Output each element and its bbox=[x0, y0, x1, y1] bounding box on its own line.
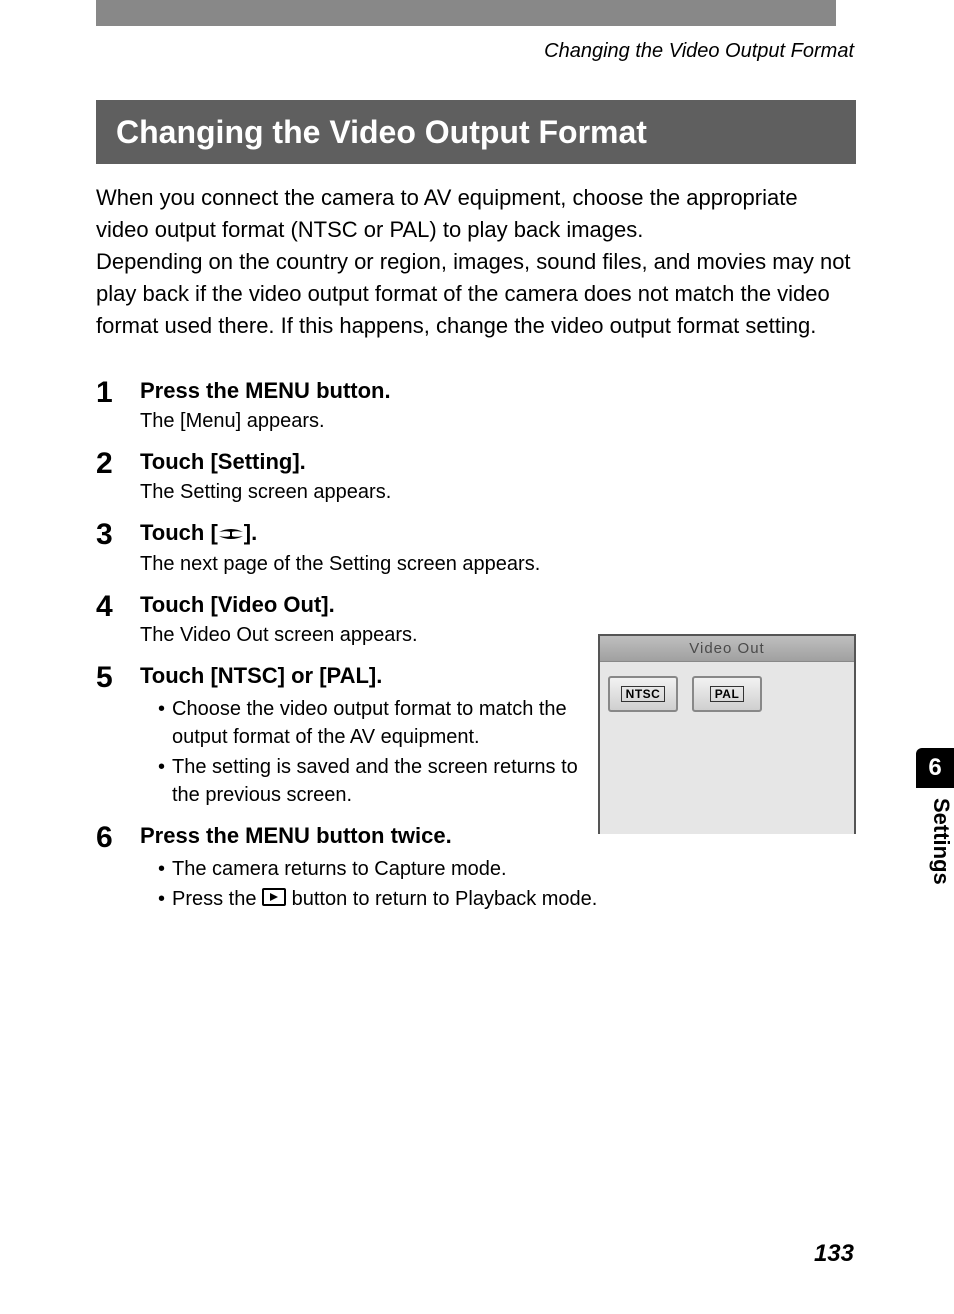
step-desc: The [Menu] appears. bbox=[140, 410, 856, 433]
step-desc: The Setting screen appears. bbox=[140, 481, 856, 504]
page-number: 133 bbox=[814, 1240, 854, 1268]
playback-icon bbox=[262, 886, 286, 914]
step-desc: The Video Out screen appears. bbox=[140, 624, 590, 647]
step-title: Touch [Video Out]. bbox=[140, 592, 856, 618]
step-desc: The next page of the Setting screen appe… bbox=[140, 553, 856, 576]
menu-word: MENU bbox=[245, 823, 310, 848]
step-1: 1 Press the MENU button. The [Menu] appe… bbox=[96, 378, 856, 437]
bullet-text-part: Press the bbox=[172, 888, 262, 910]
menu-word: MENU bbox=[245, 378, 310, 403]
pal-label: PAL bbox=[710, 686, 745, 702]
step-title-part: ]. bbox=[244, 520, 257, 545]
top-gray-bar bbox=[96, 0, 836, 26]
step-number: 5 bbox=[96, 663, 140, 811]
video-out-screen: Video Out NTSC PAL bbox=[598, 634, 856, 834]
ntsc-label: NTSC bbox=[621, 686, 666, 702]
intro-paragraph: When you connect the camera to AV equipm… bbox=[96, 182, 856, 341]
step-number: 1 bbox=[96, 378, 140, 437]
step-title-part: Press the bbox=[140, 823, 245, 848]
pal-button[interactable]: PAL bbox=[692, 676, 762, 712]
step-title-part: button twice. bbox=[310, 823, 452, 848]
screen-title: Video Out bbox=[600, 636, 854, 662]
step-bullet: Press the button to return to Playback m… bbox=[158, 885, 856, 914]
step-number: 4 bbox=[96, 592, 140, 651]
running-head: Changing the Video Output Format bbox=[544, 40, 854, 63]
step-2: 2 Touch [Setting]. The Setting screen ap… bbox=[96, 449, 856, 508]
step-3: 3 Touch []. The next page of the Setting… bbox=[96, 520, 856, 580]
step-title: Touch []. bbox=[140, 520, 856, 547]
step-number: 3 bbox=[96, 520, 140, 580]
step-title: Press the MENU button. bbox=[140, 378, 856, 404]
chapter-number-badge: 6 bbox=[916, 748, 954, 788]
next-page-icon bbox=[218, 521, 244, 547]
side-tab: 6 Settings bbox=[916, 748, 954, 885]
chapter-label: Settings bbox=[916, 788, 954, 885]
step-number: 6 bbox=[96, 823, 140, 916]
step-bullet: Choose the video output format to match … bbox=[158, 695, 590, 751]
step-bullet: The camera returns to Capture mode. bbox=[158, 855, 856, 883]
step-title: Touch [Setting]. bbox=[140, 449, 856, 475]
screen-body: NTSC PAL bbox=[600, 662, 854, 834]
bullet-text-part: button to return to Playback mode. bbox=[286, 888, 597, 910]
step-title-part: Press the bbox=[140, 378, 245, 403]
step-number: 2 bbox=[96, 449, 140, 508]
section-title: Changing the Video Output Format bbox=[96, 100, 856, 164]
step-6: 6 Press the MENU button twice. The camer… bbox=[96, 823, 856, 916]
step-title-part: button. bbox=[310, 378, 391, 403]
step-bullet: The setting is saved and the screen retu… bbox=[158, 753, 590, 809]
step-title-part: Touch [ bbox=[140, 520, 218, 545]
ntsc-button[interactable]: NTSC bbox=[608, 676, 678, 712]
